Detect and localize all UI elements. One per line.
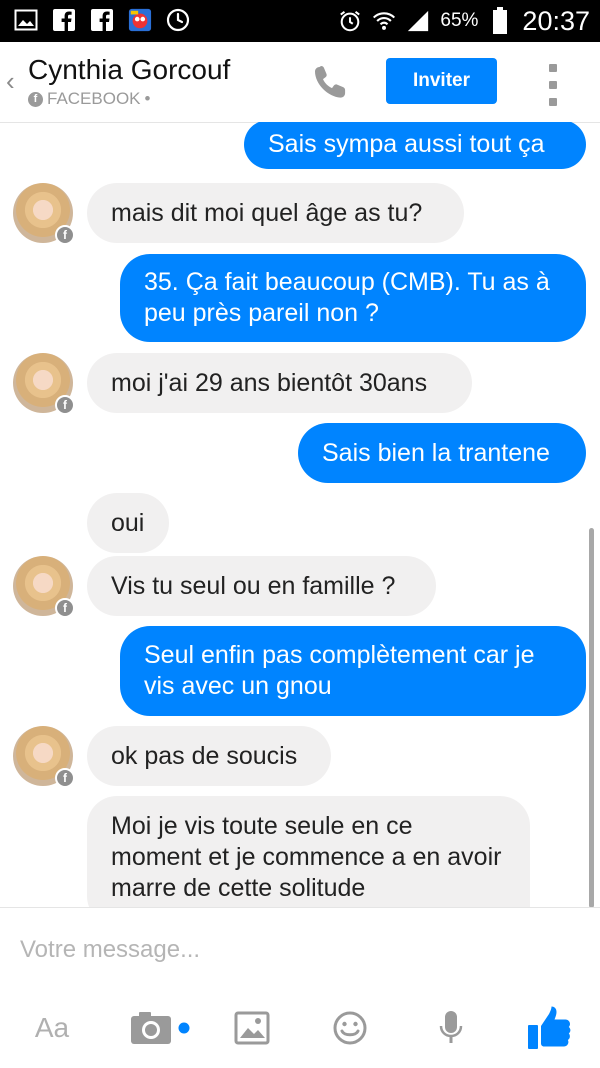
clock-time: 20:37	[522, 5, 590, 36]
message-bubble[interactable]: oui	[87, 493, 169, 553]
back-icon[interactable]: ‹	[6, 66, 15, 97]
message-bubble[interactable]: moi j'ai 29 ans bientôt 30ans	[87, 353, 472, 413]
camera-icon[interactable]	[126, 1000, 194, 1056]
invite-button[interactable]: Inviter	[386, 58, 497, 104]
message-input[interactable]	[20, 932, 580, 968]
wifi-icon	[372, 9, 396, 33]
facebook-icon	[90, 8, 114, 32]
menu-icon[interactable]	[546, 64, 560, 106]
app-icon	[128, 8, 152, 32]
contact-source: f FACEBOOK •	[28, 89, 150, 109]
conversation-header: ‹ Cynthia Gorcouf f FACEBOOK • Inviter	[0, 42, 600, 123]
facebook-icon: f	[55, 768, 75, 788]
message-bubble[interactable]: Seul enfin pas complètement car je vis a…	[120, 626, 586, 716]
phone-icon[interactable]	[310, 62, 352, 104]
facebook-icon: f	[55, 225, 75, 245]
avatar[interactable]: f	[13, 726, 75, 788]
source-label: FACEBOOK	[47, 89, 141, 108]
composer-toolbar: Aa	[0, 1000, 600, 1056]
facebook-icon: f	[55, 395, 75, 415]
clock-icon	[166, 8, 190, 32]
image-icon[interactable]	[232, 1000, 272, 1056]
message-bubble[interactable]: Moi je vis toute seule en ce moment et j…	[87, 796, 530, 907]
avatar[interactable]: f	[13, 556, 75, 618]
status-bar: 65% 20:37	[0, 0, 600, 42]
signal-icon	[406, 9, 430, 33]
avatar[interactable]: f	[13, 183, 75, 245]
gallery-icon	[14, 8, 38, 32]
avatar[interactable]: f	[13, 353, 75, 415]
source-suffix: •	[144, 89, 151, 108]
text-format-button[interactable]: Aa	[30, 1000, 74, 1056]
message-bubble[interactable]: Vis tu seul ou en famille ?	[87, 556, 436, 616]
message-bubble[interactable]: ok pas de soucis	[87, 726, 331, 786]
facebook-icon: f	[55, 598, 75, 618]
message-bubble[interactable]: Sais sympa aussi tout ça	[244, 122, 586, 169]
scrollbar[interactable]	[589, 528, 594, 907]
contact-name[interactable]: Cynthia Gorcouf	[28, 54, 230, 86]
message-bubble[interactable]: mais dit moi quel âge as tu?	[87, 183, 464, 243]
emoji-icon[interactable]	[330, 1000, 370, 1056]
alarm-icon	[338, 9, 362, 33]
like-icon[interactable]	[524, 1000, 574, 1056]
microphone-icon[interactable]	[436, 1000, 466, 1056]
facebook-icon: f	[28, 91, 43, 107]
facebook-icon	[52, 8, 76, 32]
battery-percent: 65%	[440, 10, 479, 31]
message-bubble[interactable]: Sais bien la trantene	[298, 423, 586, 483]
message-bubble[interactable]: 35. Ça fait beaucoup (CMB). Tu as à peu …	[120, 254, 586, 342]
battery-icon	[488, 7, 512, 34]
composer: Aa	[0, 907, 600, 1068]
message-list[interactable]: Sais sympa aussi tout ça f mais dit moi …	[0, 122, 600, 907]
